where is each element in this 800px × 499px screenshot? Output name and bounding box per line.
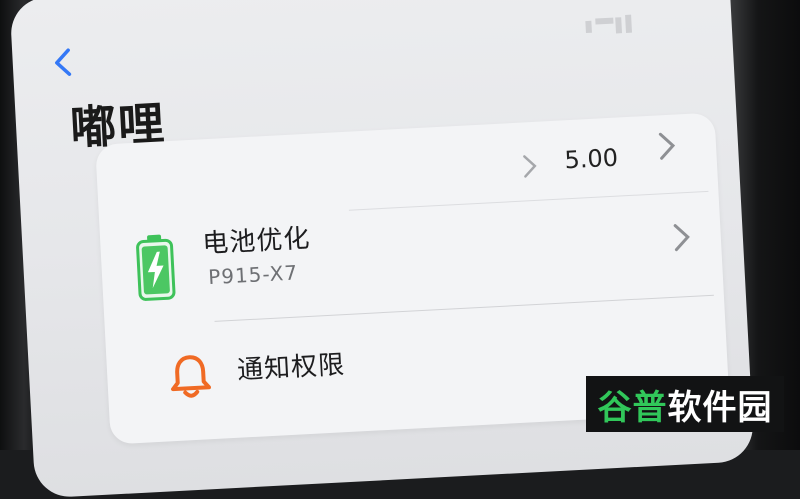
watermark-text-green: 谷普 [597,387,668,428]
setting-value: 5.00 [563,143,619,175]
battery-charging-icon [134,233,178,303]
watermark-logo: 谷普 软件园 [586,376,784,432]
row-label: 电池优化 [201,223,312,260]
signal-icon [585,14,633,34]
watermark-text-white: 软件园 [667,387,773,428]
status-indicator [583,12,636,37]
row-label: 通知权限 [236,350,346,386]
chevron-right-icon [655,128,679,172]
chevron-right-icon [670,220,694,264]
bell-icon [166,351,214,401]
back-chevron-icon[interactable] [44,44,82,82]
chevron-right-icon [520,152,540,188]
back-arrow-icon [55,48,72,76]
row-subtitle: P915-X7 [207,260,299,290]
